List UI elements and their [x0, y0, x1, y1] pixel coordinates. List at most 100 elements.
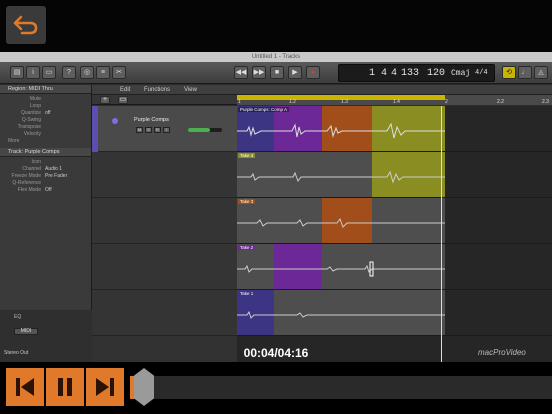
solo-button[interactable]: S — [145, 127, 152, 133]
skip-forward-icon — [96, 378, 114, 396]
inspector-row[interactable]: Loop — [0, 103, 91, 110]
take-4-lane: Take 4 — [237, 152, 552, 198]
functions-menu[interactable]: Functions — [144, 85, 170, 95]
mute-button[interactable]: M — [136, 127, 143, 133]
track-parameters: Icon Channel Audio 1 Freeze Mode Pre Fader Q-… — [0, 157, 91, 194]
skip-forward-button[interactable] — [86, 368, 124, 406]
inspector-button[interactable]: i — [26, 66, 40, 79]
region-inspector-header[interactable]: Region: MIDI Thru — [0, 85, 91, 94]
inspector-row-label: Transpose — [17, 124, 41, 130]
ruler-tick: 2.3 — [542, 99, 549, 105]
take-label: Take 2 — [238, 245, 256, 250]
take-waveform — [237, 261, 445, 277]
seek-handle[interactable] — [134, 368, 154, 406]
inspector-row[interactable]: Mute — [0, 96, 91, 103]
toolbar-button[interactable]: ▭ — [42, 66, 56, 79]
input-monitor-button[interactable]: I — [163, 127, 170, 133]
volume-slider[interactable] — [188, 128, 222, 132]
add-track-button[interactable]: + — [100, 96, 110, 104]
inspector-row[interactable]: Velocity — [0, 131, 91, 138]
inspector-row[interactable]: Icon — [0, 159, 91, 166]
forward-button[interactable]: ▶▶ — [252, 66, 266, 79]
view-menu[interactable]: View — [184, 85, 197, 95]
lcd-bar: 1 — [369, 68, 376, 79]
seek-bar[interactable] — [148, 376, 552, 399]
take-waveform — [237, 310, 445, 319]
inspector-row[interactable]: Flex Mode Off — [0, 187, 91, 194]
inspector-row-label: Q-Swing — [21, 117, 41, 123]
lcd-division: 4 — [391, 68, 398, 79]
pause-button[interactable] — [46, 368, 84, 406]
main-toolbar: ▤ i ▭ ? ◎ ≡ ✂ ◀◀ ▶▶ ■ ▶ ● 1 4 4 133 120 … — [0, 62, 552, 84]
record-button[interactable]: ● — [306, 66, 320, 79]
tracks-area: Edit Functions View + ▭ 1 1.2 1.3 1.4 2 … — [92, 85, 552, 362]
track-color-strip — [92, 106, 98, 152]
ruler-tick: 1.3 — [341, 99, 348, 105]
ruler-tick: 1.2 — [289, 99, 296, 105]
take-waveform — [237, 217, 445, 228]
lcd-signature: 4/4 — [475, 69, 488, 77]
more-label: More — [8, 138, 20, 144]
editors-button[interactable]: ✂ — [112, 66, 126, 79]
ruler-tick: 2 — [445, 99, 448, 105]
inspector-row-label: Channel — [22, 166, 41, 172]
inspector-row-value: Pre Fader — [45, 173, 68, 179]
daw-window: Untitled 1 - Tracks ▤ i ▭ ? ◎ ≡ ✂ ◀◀ ▶▶ … — [0, 52, 552, 362]
top-bar — [0, 0, 552, 52]
record-enable-button[interactable]: R — [154, 127, 161, 133]
rewind-button[interactable]: ◀◀ — [234, 66, 248, 79]
take-waveform — [237, 170, 445, 184]
stop-button[interactable]: ■ — [270, 66, 284, 79]
ruler-tick: 1.4 — [393, 99, 400, 105]
window-title: Untitled 1 - Tracks — [0, 52, 552, 62]
metronome-button[interactable]: ◬ — [534, 66, 548, 79]
lcd-ticks: 133 — [401, 68, 420, 79]
waveform-icon — [112, 118, 118, 124]
mixer-button[interactable]: ≡ — [96, 66, 110, 79]
inspector-row-value: Audio 1 — [45, 166, 62, 172]
inspector-row[interactable]: Freeze Mode Pre Fader — [0, 173, 91, 180]
tracks-menu-bar: Edit Functions View — [92, 85, 552, 95]
inspector-row[interactable]: Q-Reference — [0, 180, 91, 187]
player-controls — [0, 362, 552, 414]
timeline-ruler[interactable]: 1 1.2 1.3 1.4 2 2.2 2.3 — [237, 95, 552, 105]
smart-controls-button[interactable]: ◎ — [80, 66, 94, 79]
library-button[interactable]: ▤ — [10, 66, 24, 79]
eq-label: EQ — [14, 314, 22, 320]
lcd-display[interactable]: 1 4 4 133 120 Cmaj 4/4 — [338, 64, 495, 82]
ruler-tick: 2.2 — [497, 99, 504, 105]
edit-menu[interactable]: Edit — [120, 85, 130, 95]
skip-back-icon — [16, 378, 34, 396]
inspector-row-label: Mute — [29, 96, 41, 102]
brand-watermark: macProVideo — [478, 348, 526, 357]
midi-slot[interactable]: MIDI — [14, 328, 38, 335]
inspector-row-label: Flex Mode — [17, 187, 41, 193]
take-lane-header — [92, 244, 237, 290]
tuner-button[interactable]: ♩ — [518, 66, 532, 79]
playhead[interactable] — [441, 106, 442, 362]
inspector-row-label: Freeze Mode — [11, 173, 41, 179]
take-label: Take 4 — [238, 153, 256, 158]
play-button[interactable]: ▶ — [288, 66, 302, 79]
inspector-row[interactable]: Q-Swing — [0, 117, 91, 124]
inspector-row[interactable]: Quantize off — [0, 110, 91, 117]
take-label: Take 3 — [238, 199, 256, 204]
skip-back-button[interactable] — [6, 368, 44, 406]
track-inspector-header[interactable]: Track: Purple Comps — [0, 148, 91, 157]
pause-icon — [58, 378, 72, 396]
inspector-row-value: Off — [45, 187, 52, 193]
track-header-purple-comps[interactable]: Purple Comps M S R I — [92, 106, 237, 152]
new-folder-button[interactable]: ▭ — [118, 96, 128, 104]
help-button[interactable]: ? — [62, 66, 76, 79]
comp-lane: Purple Comps: Comp A — [237, 106, 552, 152]
track-lanes: Purple Comps: Comp A Take 4 Take 3 Take … — [237, 106, 552, 362]
inspector-row-label: Loop — [29, 103, 41, 109]
lcd-key: Cmaj — [451, 69, 471, 78]
inspector-row[interactable]: Channel Audio 1 — [0, 166, 91, 173]
cycle-button[interactable]: ⟲ — [502, 66, 516, 79]
region-parameters: Mute Loop Quantize off Q-Swing Transpose Veloc… — [0, 94, 91, 138]
take-2-lane: Take 2 — [237, 244, 552, 290]
more-disclosure[interactable]: More — [0, 138, 91, 145]
inspector-row[interactable]: Transpose — [0, 124, 91, 131]
back-button[interactable] — [6, 6, 46, 44]
